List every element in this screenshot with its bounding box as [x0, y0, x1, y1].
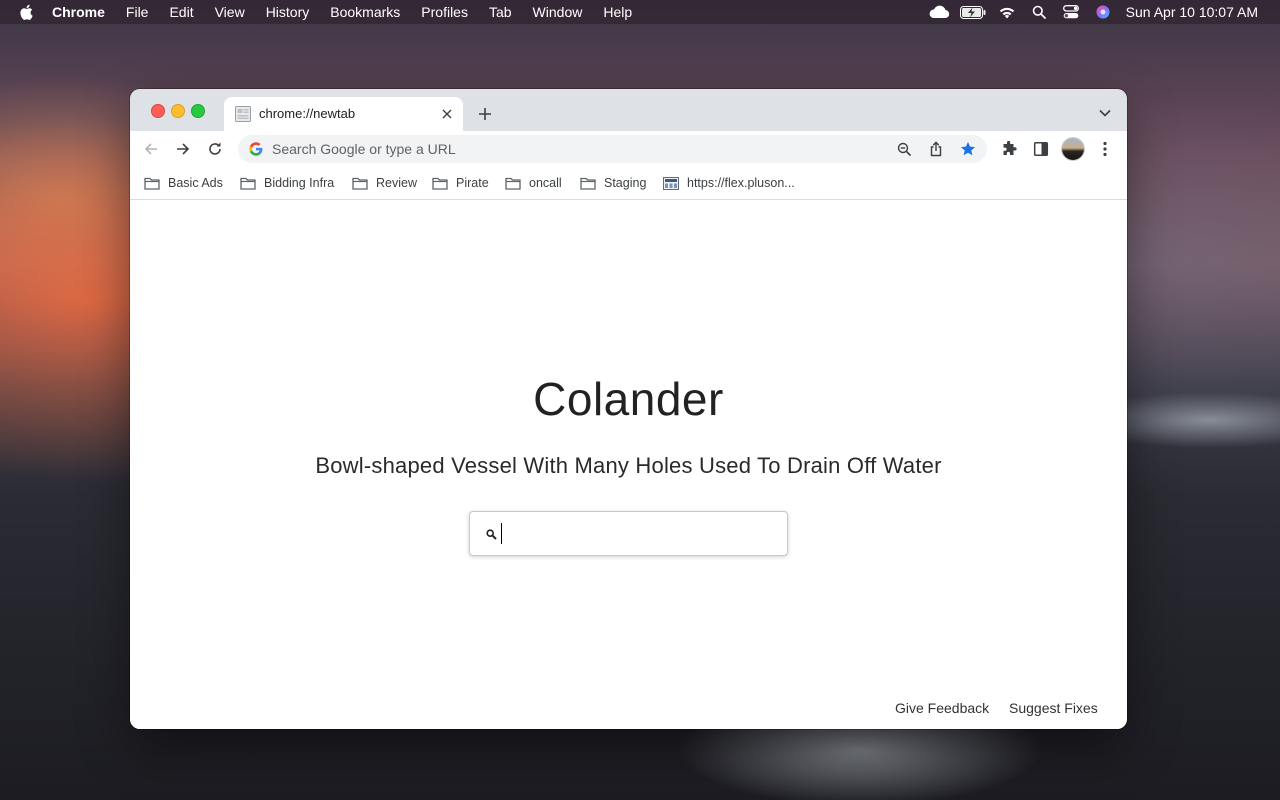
bookmark-folder-bidding-infra[interactable]: Bidding Infra	[240, 174, 334, 192]
minimize-window-button[interactable]	[171, 104, 185, 118]
share-icon[interactable]	[928, 141, 944, 157]
chrome-window: chrome://newtab Search Google or type a …	[130, 89, 1127, 729]
site-favicon-icon	[663, 176, 679, 190]
forward-arrow-icon[interactable]	[173, 139, 193, 159]
bookmark-star-icon[interactable]	[960, 141, 976, 157]
bookmark-folder-pirate[interactable]: Pirate	[432, 174, 489, 192]
menu-profiles[interactable]: Profiles	[421, 4, 468, 20]
bookmark-link-flex[interactable]: https://flex.pluson...	[663, 174, 795, 192]
browser-toolbar: Search Google or type a URL	[130, 131, 1127, 167]
page-title: Colander	[533, 373, 724, 425]
bookmark-folder-staging[interactable]: Staging	[580, 174, 646, 192]
page-content: Colander Bowl-shaped Vessel With Many Ho…	[130, 200, 1127, 729]
tab-title: chrome://newtab	[259, 106, 356, 121]
menu-file[interactable]: File	[126, 4, 149, 20]
new-tab-button[interactable]	[475, 104, 495, 124]
close-window-button[interactable]	[151, 104, 165, 118]
menu-bar: Chrome File Edit View History Bookmarks …	[0, 0, 1280, 24]
folder-icon	[144, 176, 160, 190]
wifi-icon[interactable]	[996, 0, 1018, 24]
folder-icon	[240, 176, 256, 190]
google-g-icon	[249, 142, 263, 156]
tab-newtab[interactable]: chrome://newtab	[224, 97, 463, 131]
folder-icon	[432, 176, 448, 190]
bookmarks-bar: Basic Ads Bidding Infra Review Pirate on…	[130, 167, 1127, 200]
bookmark-folder-oncall[interactable]: oncall	[505, 174, 562, 192]
menu-tab[interactable]: Tab	[489, 4, 512, 20]
zoom-out-icon[interactable]	[896, 141, 912, 157]
give-feedback-link[interactable]: Give Feedback	[895, 700, 989, 716]
page-subtitle: Bowl-shaped Vessel With Many Holes Used …	[315, 453, 942, 478]
page-favicon-icon	[235, 106, 251, 122]
menu-help[interactable]: Help	[603, 4, 632, 20]
folder-icon	[580, 176, 596, 190]
menu-history[interactable]: History	[266, 4, 310, 20]
bookmark-label: https://flex.pluson...	[687, 176, 795, 190]
spotlight-search-icon[interactable]	[1028, 0, 1050, 24]
folder-icon	[352, 176, 368, 190]
side-panel-icon[interactable]	[1032, 140, 1050, 158]
apple-menu-icon[interactable]	[19, 4, 35, 20]
tab-close-icon[interactable]	[439, 106, 455, 122]
text-cursor	[501, 523, 502, 544]
siri-icon[interactable]	[1092, 0, 1114, 24]
folder-icon	[505, 176, 521, 190]
menubar-clock[interactable]: Sun Apr 10 10:07 AM	[1126, 4, 1258, 20]
address-bar[interactable]: Search Google or type a URL	[238, 135, 987, 163]
battery-charging-icon[interactable]	[959, 0, 986, 24]
extensions-puzzle-icon[interactable]	[1000, 140, 1018, 158]
profile-avatar[interactable]	[1062, 138, 1084, 160]
tab-strip: chrome://newtab	[130, 89, 1127, 131]
search-input[interactable]	[469, 511, 788, 556]
bookmark-label: Review	[376, 176, 417, 190]
cloud-icon[interactable]	[928, 0, 950, 24]
bookmark-label: Pirate	[456, 176, 489, 190]
menu-window[interactable]: Window	[533, 4, 583, 20]
fullscreen-window-button[interactable]	[191, 104, 205, 118]
menu-bookmarks[interactable]: Bookmarks	[330, 4, 400, 20]
search-icon	[486, 527, 497, 540]
tab-search-chevron-icon[interactable]	[1095, 105, 1115, 121]
bookmark-folder-basic-ads[interactable]: Basic Ads	[144, 174, 223, 192]
bookmark-label: Staging	[604, 176, 647, 190]
control-center-icon[interactable]	[1060, 0, 1082, 24]
address-bar-placeholder: Search Google or type a URL	[272, 141, 456, 157]
bookmark-label: Bidding Infra	[264, 176, 335, 190]
bookmark-label: oncall	[529, 176, 562, 190]
bookmark-label: Basic Ads	[168, 176, 223, 190]
kebab-menu-icon[interactable]	[1096, 140, 1114, 158]
back-arrow-icon[interactable]	[141, 139, 161, 159]
suggest-fixes-link[interactable]: Suggest Fixes	[1009, 700, 1098, 716]
menu-app-name[interactable]: Chrome	[52, 4, 105, 20]
reload-icon[interactable]	[205, 139, 225, 159]
bookmark-folder-review[interactable]: Review	[352, 174, 417, 192]
menu-edit[interactable]: Edit	[169, 4, 193, 20]
menu-view[interactable]: View	[215, 4, 245, 20]
